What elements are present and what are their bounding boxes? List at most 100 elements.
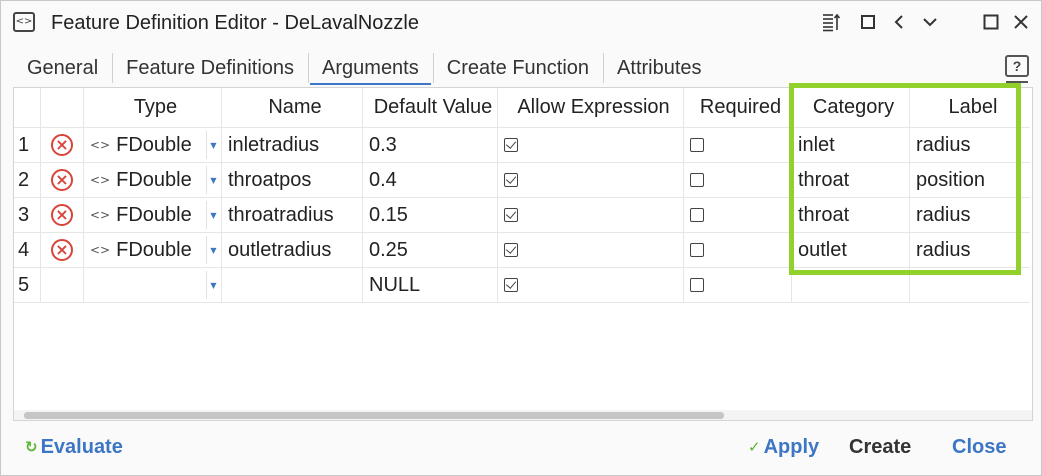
delete-row-icon[interactable]: × [51, 134, 73, 156]
chevron-down-icon[interactable] [918, 10, 942, 34]
close-button[interactable]: Close [952, 435, 1006, 459]
row-number: 1 [14, 128, 41, 163]
table-header: Type Name Default Value Allow Expression… [14, 88, 1032, 128]
name-cell[interactable] [222, 268, 363, 303]
header-name[interactable]: Name [222, 88, 363, 128]
allow-expression-checkbox[interactable] [504, 243, 518, 257]
apply-label: Apply [763, 435, 820, 458]
type-cell[interactable]: ▼ [84, 268, 222, 303]
type-cell[interactable]: <> FDouble ▼ [84, 163, 222, 198]
default-value-cell[interactable]: 0.3 [363, 128, 498, 163]
allow-expression-checkbox[interactable] [504, 208, 518, 222]
scrollbar-thumb[interactable] [24, 412, 724, 419]
type-value: FDouble [116, 168, 192, 191]
header-default-value[interactable]: Default Value [363, 88, 498, 128]
type-cell[interactable]: <> FDouble ▼ [84, 233, 222, 268]
default-value-cell[interactable]: 0.25 [363, 233, 498, 268]
delete-row-icon[interactable]: × [51, 169, 73, 191]
maximize-icon[interactable] [979, 10, 1003, 34]
required-cell [684, 268, 792, 303]
horizontal-scrollbar[interactable] [14, 410, 1032, 420]
window-title: Feature Definition Editor - DeLavalNozzl… [51, 12, 419, 34]
type-value: FDouble [116, 133, 192, 156]
evaluate-label: Evaluate [40, 435, 123, 458]
delete-cell: × [41, 198, 84, 233]
header-allow-expression[interactable]: Allow Expression [498, 88, 684, 128]
type-value: FDouble [116, 203, 192, 226]
header-label[interactable]: Label [910, 88, 1030, 128]
header-type[interactable]: Type [84, 88, 222, 128]
label-cell[interactable]: radius [910, 198, 1030, 233]
required-checkbox[interactable] [690, 173, 704, 187]
refresh-icon: ↻ [25, 438, 38, 456]
type-dropdown-icon[interactable]: ▼ [206, 201, 220, 229]
delete-row-icon[interactable]: × [51, 204, 73, 226]
code-icon: <> [90, 208, 111, 222]
table-row[interactable]: 3 × <> FDouble ▼ throatradius 0.15 throa… [14, 198, 1032, 233]
allow-expression-checkbox[interactable] [504, 138, 518, 152]
check-circle-icon: ✓ [748, 438, 761, 456]
header-delete [41, 88, 84, 128]
list-sort-icon[interactable] [819, 10, 843, 34]
arguments-table: Type Name Default Value Allow Expression… [13, 87, 1033, 421]
type-dropdown-icon[interactable]: ▼ [206, 236, 220, 264]
name-cell[interactable]: inletradius [222, 128, 363, 163]
name-cell[interactable]: throatpos [222, 163, 363, 198]
name-cell[interactable]: outletradius [222, 233, 363, 268]
tab-arguments[interactable]: Arguments [308, 51, 433, 85]
delete-cell: × [41, 128, 84, 163]
header-required[interactable]: Required [684, 88, 792, 128]
category-cell[interactable]: throat [792, 198, 910, 233]
type-dropdown-icon[interactable]: ▼ [206, 271, 220, 299]
table-row[interactable]: 4 × <> FDouble ▼ outletradius 0.25 outle… [14, 233, 1032, 268]
required-checkbox[interactable] [690, 138, 704, 152]
type-value: FDouble [116, 238, 192, 261]
label-cell[interactable]: radius [910, 233, 1030, 268]
default-value-cell[interactable]: NULL [363, 268, 498, 303]
delete-row-icon[interactable]: × [51, 239, 73, 261]
table-row[interactable]: 1 × <> FDouble ▼ inletradius 0.3 inlet r… [14, 128, 1032, 163]
table-row[interactable]: 5 ▼ NULL [14, 268, 1032, 303]
required-checkbox[interactable] [690, 243, 704, 257]
tab-general[interactable]: General [13, 51, 112, 85]
required-cell [684, 198, 792, 233]
label-cell[interactable]: radius [910, 128, 1030, 163]
category-cell[interactable]: inlet [792, 128, 910, 163]
required-checkbox[interactable] [690, 208, 704, 222]
chevron-left-icon[interactable] [888, 10, 912, 34]
default-value-cell[interactable]: 0.15 [363, 198, 498, 233]
category-cell[interactable] [792, 268, 910, 303]
tab-create-function[interactable]: Create Function [432, 51, 603, 85]
help-icon[interactable]: ? [1005, 55, 1029, 83]
name-cell[interactable]: throatradius [222, 198, 363, 233]
required-checkbox[interactable] [690, 278, 704, 292]
apply-button[interactable]: ✓ Apply [748, 435, 819, 459]
delete-cell [41, 268, 84, 303]
type-dropdown-icon[interactable]: ▼ [206, 131, 220, 159]
close-icon[interactable] [1009, 10, 1033, 34]
row-number: 4 [14, 233, 41, 268]
category-cell[interactable]: outlet [792, 233, 910, 268]
type-dropdown-icon[interactable]: ▼ [206, 166, 220, 194]
evaluate-button[interactable]: ↻ Evaluate [25, 435, 123, 459]
category-cell[interactable]: throat [792, 163, 910, 198]
restore-icon[interactable] [856, 10, 880, 34]
required-cell [684, 128, 792, 163]
allow-expression-cell [498, 233, 684, 268]
required-cell [684, 233, 792, 268]
type-cell[interactable]: <> FDouble ▼ [84, 128, 222, 163]
tab-feature-definitions[interactable]: Feature Definitions [112, 51, 308, 85]
label-cell[interactable] [910, 268, 1030, 303]
code-window-icon: <> [13, 12, 35, 32]
feature-definition-editor-window: <> Feature Definition Editor - DeLavalNo… [0, 0, 1042, 476]
allow-expression-checkbox[interactable] [504, 278, 518, 292]
label-cell[interactable]: position [910, 163, 1030, 198]
table-row[interactable]: 2 × <> FDouble ▼ throatpos 0.4 throat po… [14, 163, 1032, 198]
allow-expression-checkbox[interactable] [504, 173, 518, 187]
create-button[interactable]: Create [849, 435, 911, 459]
type-cell[interactable]: <> FDouble ▼ [84, 198, 222, 233]
tab-attributes[interactable]: Attributes [603, 51, 715, 85]
default-value-cell[interactable]: 0.4 [363, 163, 498, 198]
header-category[interactable]: Category [792, 88, 910, 128]
required-cell [684, 163, 792, 198]
